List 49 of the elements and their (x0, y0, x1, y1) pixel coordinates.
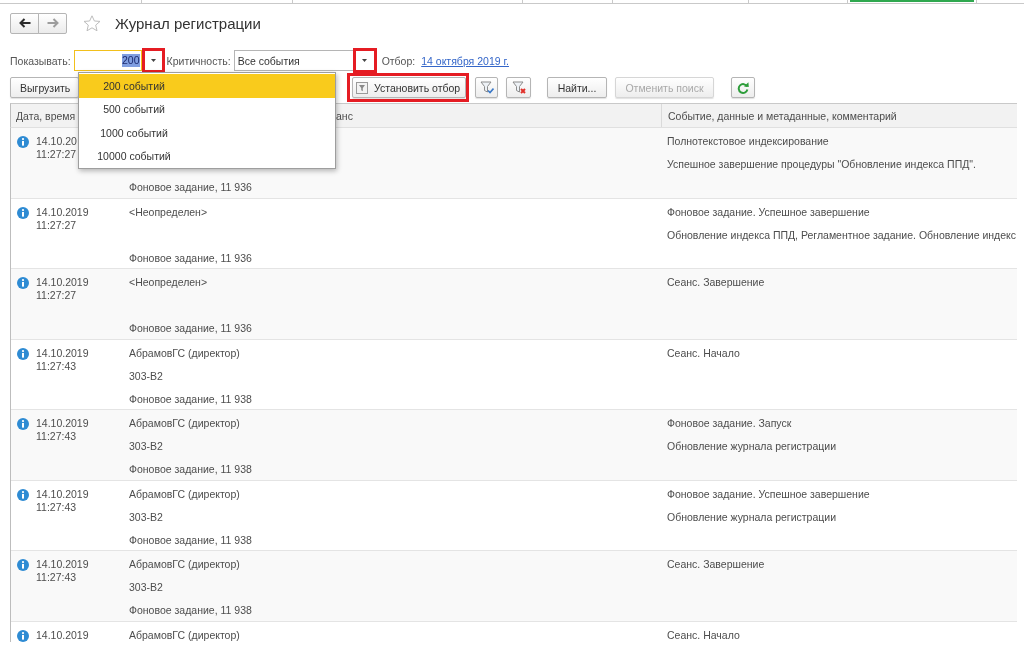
event-details-text: Обновление журнала регистрации (667, 440, 837, 452)
event-details-text: Обновление журнала регистрации (667, 510, 837, 523)
date-text: 14.10.2019 (36, 417, 89, 430)
time-text: 11:27:43 (36, 430, 78, 443)
date-text: 14.10.2019 (36, 346, 89, 360)
event-details-text: Обновление индекса ППД, Регламентное задание. Обновление индекс (667, 228, 1017, 241)
user-text: АбрамовГС (директор) (129, 558, 240, 570)
show-label: Показывать: (10, 54, 71, 67)
event-text: Полнотекстовое индексирование (667, 135, 829, 147)
user-text: АбрамовГС (директор) (129, 628, 240, 641)
session-text: Фоновое задание, 11 938 (129, 604, 252, 616)
computer-text: 303-В2 (129, 369, 163, 382)
event-text: Сеанс. Завершение (667, 558, 765, 570)
user-text: АбрамовГС (директор) (129, 417, 240, 429)
event-text: Фоновое задание. Успешное завершение (667, 205, 870, 218)
time-text: 11:27:27 (36, 148, 77, 161)
computer-text: 303-В2 (129, 440, 163, 452)
session-text: Фоновое задание, 11 938 (129, 392, 252, 405)
severity-label: Критичность: (166, 54, 231, 67)
date-text: 14.10.2019 (36, 276, 89, 289)
window-title: Журнал регистрации (115, 14, 261, 32)
event-text: Фоновое задание. Успешное завершение (667, 487, 870, 500)
session-text: Фоновое задание, 11 936 (129, 251, 252, 264)
session-text: Фоновое задание, 11 938 (129, 533, 252, 546)
filter-label: Отбор: (381, 54, 416, 67)
date-text: 14.10.2019 (36, 205, 89, 219)
computer-text: 303-В2 (129, 510, 163, 523)
event-text: Сеанс. Начало (667, 346, 740, 359)
event-text: Сеанс. Начало (667, 628, 740, 641)
user-text: <Неопределен> (129, 205, 208, 218)
event-text: Фоновое задание. Запуск (667, 417, 792, 429)
user-text: АбрамовГС (директор) (129, 346, 240, 359)
session-text: Фоновое задание, 11 936 (129, 181, 252, 193)
date-text: 14.10.20 (36, 135, 77, 148)
event-details-text: Успешное завершение процедуры "Обновление индекса ППД". (667, 158, 976, 170)
date-text: 14.10.2019 (36, 487, 89, 501)
event-text: Сеанс. Завершение (667, 276, 765, 288)
time-text: 11:27:43 (36, 359, 78, 373)
time-text: 11:27:27 (36, 289, 78, 302)
time-text: 11:27:43 (36, 571, 78, 584)
time-text: 11:27:43 (36, 500, 78, 514)
session-text: Фоновое задание, 11 938 (129, 463, 252, 475)
user-text: АбрамовГС (директор) (129, 487, 240, 500)
date-text: 14.10.2019 (36, 628, 89, 642)
time-text: 11:27:27 (36, 218, 78, 232)
computer-text: 303-В2 (129, 581, 163, 593)
user-text: <Неопределен> (129, 276, 208, 288)
session-text: Фоновое задание, 11 936 (129, 322, 252, 334)
date-text: 14.10.2019 (36, 558, 89, 571)
